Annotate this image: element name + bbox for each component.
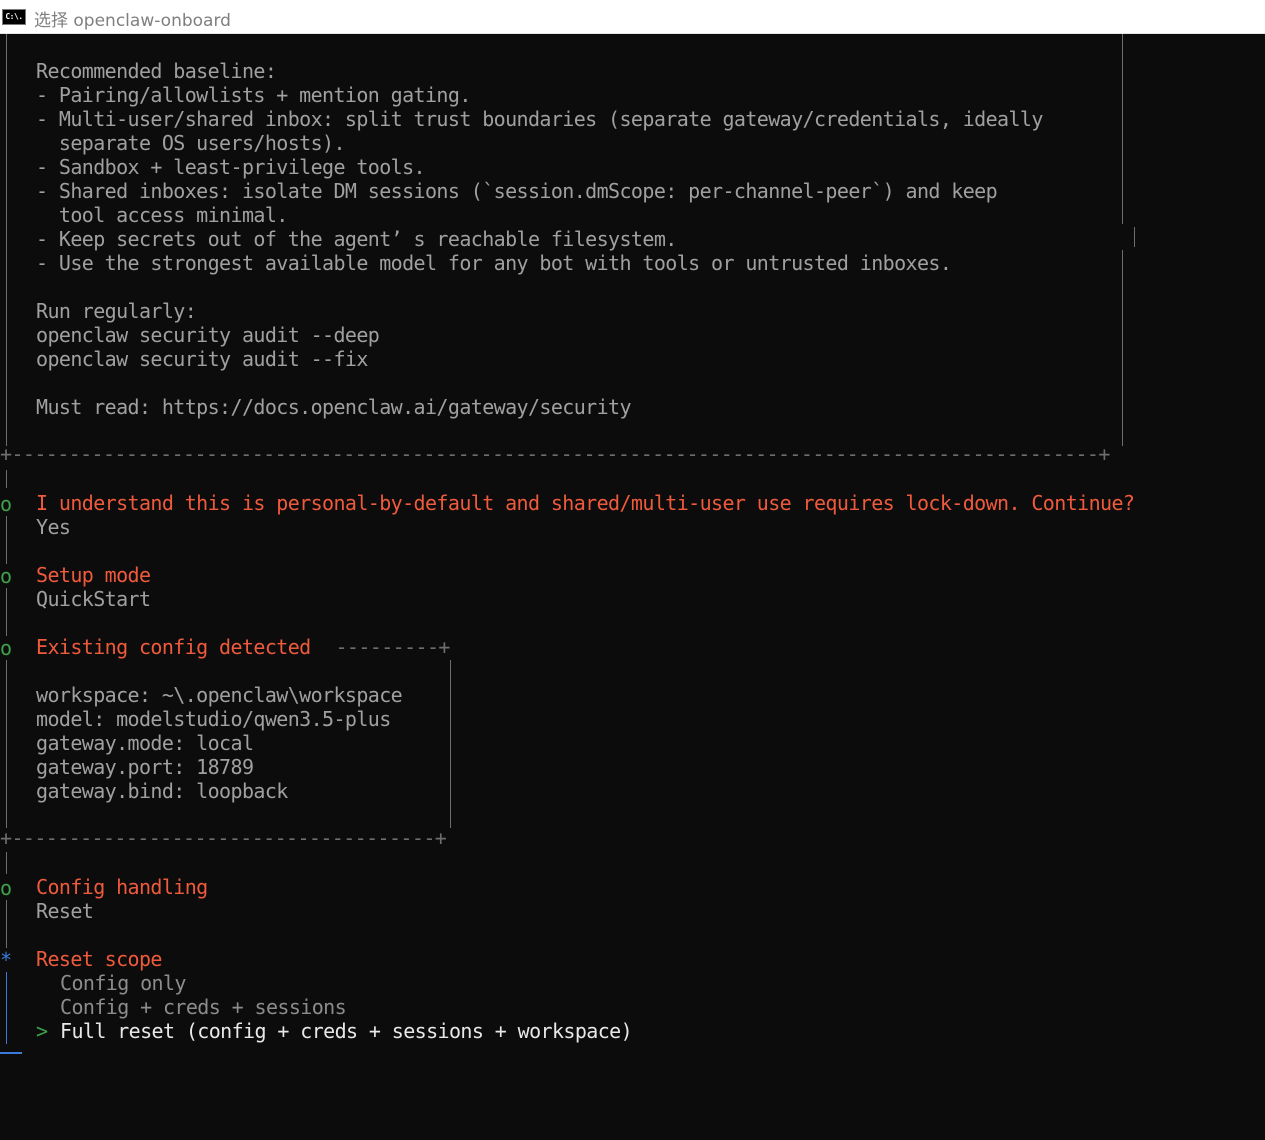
reset-option-full-reset[interactable]: Full reset (config + creds + sessions + … bbox=[60, 1019, 633, 1043]
baseline-item: separate OS users/hosts). bbox=[36, 131, 346, 155]
prompt-done-marker: o bbox=[0, 564, 13, 588]
config-entry: model: modelstudio/qwen3.5-plus bbox=[36, 707, 391, 731]
baseline-item: - Shared inboxes: isolate DM sessions (`… bbox=[36, 179, 998, 203]
config-entry: workspace: ~\.openclaw\workspace bbox=[36, 683, 403, 707]
existing-config-title: Existing config detected bbox=[36, 635, 311, 659]
understand-question: I understand this is personal-by-default… bbox=[36, 491, 1135, 515]
terminal-cursor bbox=[0, 1052, 22, 1054]
prompt-done-marker: o bbox=[0, 636, 13, 660]
window-title: 选择 openclaw-onboard bbox=[34, 11, 231, 31]
baseline-item: - Sandbox + least-privilege tools. bbox=[36, 155, 426, 179]
security-box-right-border bbox=[1122, 34, 1123, 224]
reset-option-config-creds-sessions[interactable]: Config + creds + sessions bbox=[60, 995, 347, 1019]
config-box-right-border bbox=[450, 660, 451, 828]
reset-scope-question: Reset scope bbox=[36, 947, 162, 971]
baseline-item: - Keep secrets out of the agent’ s reach… bbox=[36, 227, 677, 251]
baseline-item: tool access minimal. bbox=[36, 203, 288, 227]
reset-option-config-only[interactable]: Config only bbox=[60, 971, 186, 995]
run-heading: Run regularly: bbox=[36, 299, 197, 323]
existing-config-title-border: ---------+ bbox=[324, 635, 450, 659]
window-titlebar: C:\. 选择 openclaw-onboard bbox=[0, 0, 1265, 34]
run-command: openclaw security audit --fix bbox=[36, 347, 368, 371]
security-box-right-border-lower bbox=[1122, 250, 1123, 446]
prompt-done-marker: o bbox=[0, 876, 13, 900]
security-box-right-border-offset bbox=[1134, 227, 1135, 247]
security-box-bottom-border: +---------------------------------------… bbox=[0, 442, 1110, 466]
flow-connector bbox=[6, 852, 7, 874]
prompt-active-marker: * bbox=[0, 948, 13, 972]
setup-mode-answer: QuickStart bbox=[36, 587, 151, 611]
config-handling-answer: Reset bbox=[36, 899, 94, 923]
run-command: openclaw security audit --deep bbox=[36, 323, 380, 347]
config-handling-question: Config handling bbox=[36, 875, 208, 899]
must-read-link[interactable]: Must read: https://docs.openclaw.ai/gate… bbox=[36, 395, 632, 419]
config-box-left-border bbox=[6, 660, 7, 828]
baseline-heading: Recommended baseline: bbox=[36, 59, 277, 83]
terminal-viewport[interactable]: Recommended baseline: - Pairing/allowlis… bbox=[0, 34, 1265, 1140]
baseline-item: - Use the strongest available model for … bbox=[36, 251, 952, 275]
config-entry: gateway.mode: local bbox=[36, 731, 254, 755]
prompt-done-marker: o bbox=[0, 492, 13, 516]
understand-answer: Yes bbox=[36, 515, 71, 539]
selection-cursor: > bbox=[36, 1019, 48, 1043]
flow-connector bbox=[6, 516, 7, 564]
flow-connector bbox=[6, 470, 7, 488]
security-box-left-border bbox=[6, 34, 7, 446]
config-entry: gateway.port: 18789 bbox=[36, 755, 254, 779]
config-box-bottom-border: +-------------------------------------+ bbox=[0, 826, 447, 850]
setup-mode-question: Setup mode bbox=[36, 563, 151, 587]
baseline-item: - Pairing/allowlists + mention gating. bbox=[36, 83, 471, 107]
flow-connector bbox=[6, 588, 7, 636]
console-app-icon: C:\. bbox=[2, 9, 26, 25]
config-entry: gateway.bind: loopback bbox=[36, 779, 288, 803]
active-prompt-connector bbox=[6, 972, 7, 1044]
baseline-item: - Multi-user/shared inbox: split trust b… bbox=[36, 107, 1043, 131]
flow-connector bbox=[6, 900, 7, 948]
